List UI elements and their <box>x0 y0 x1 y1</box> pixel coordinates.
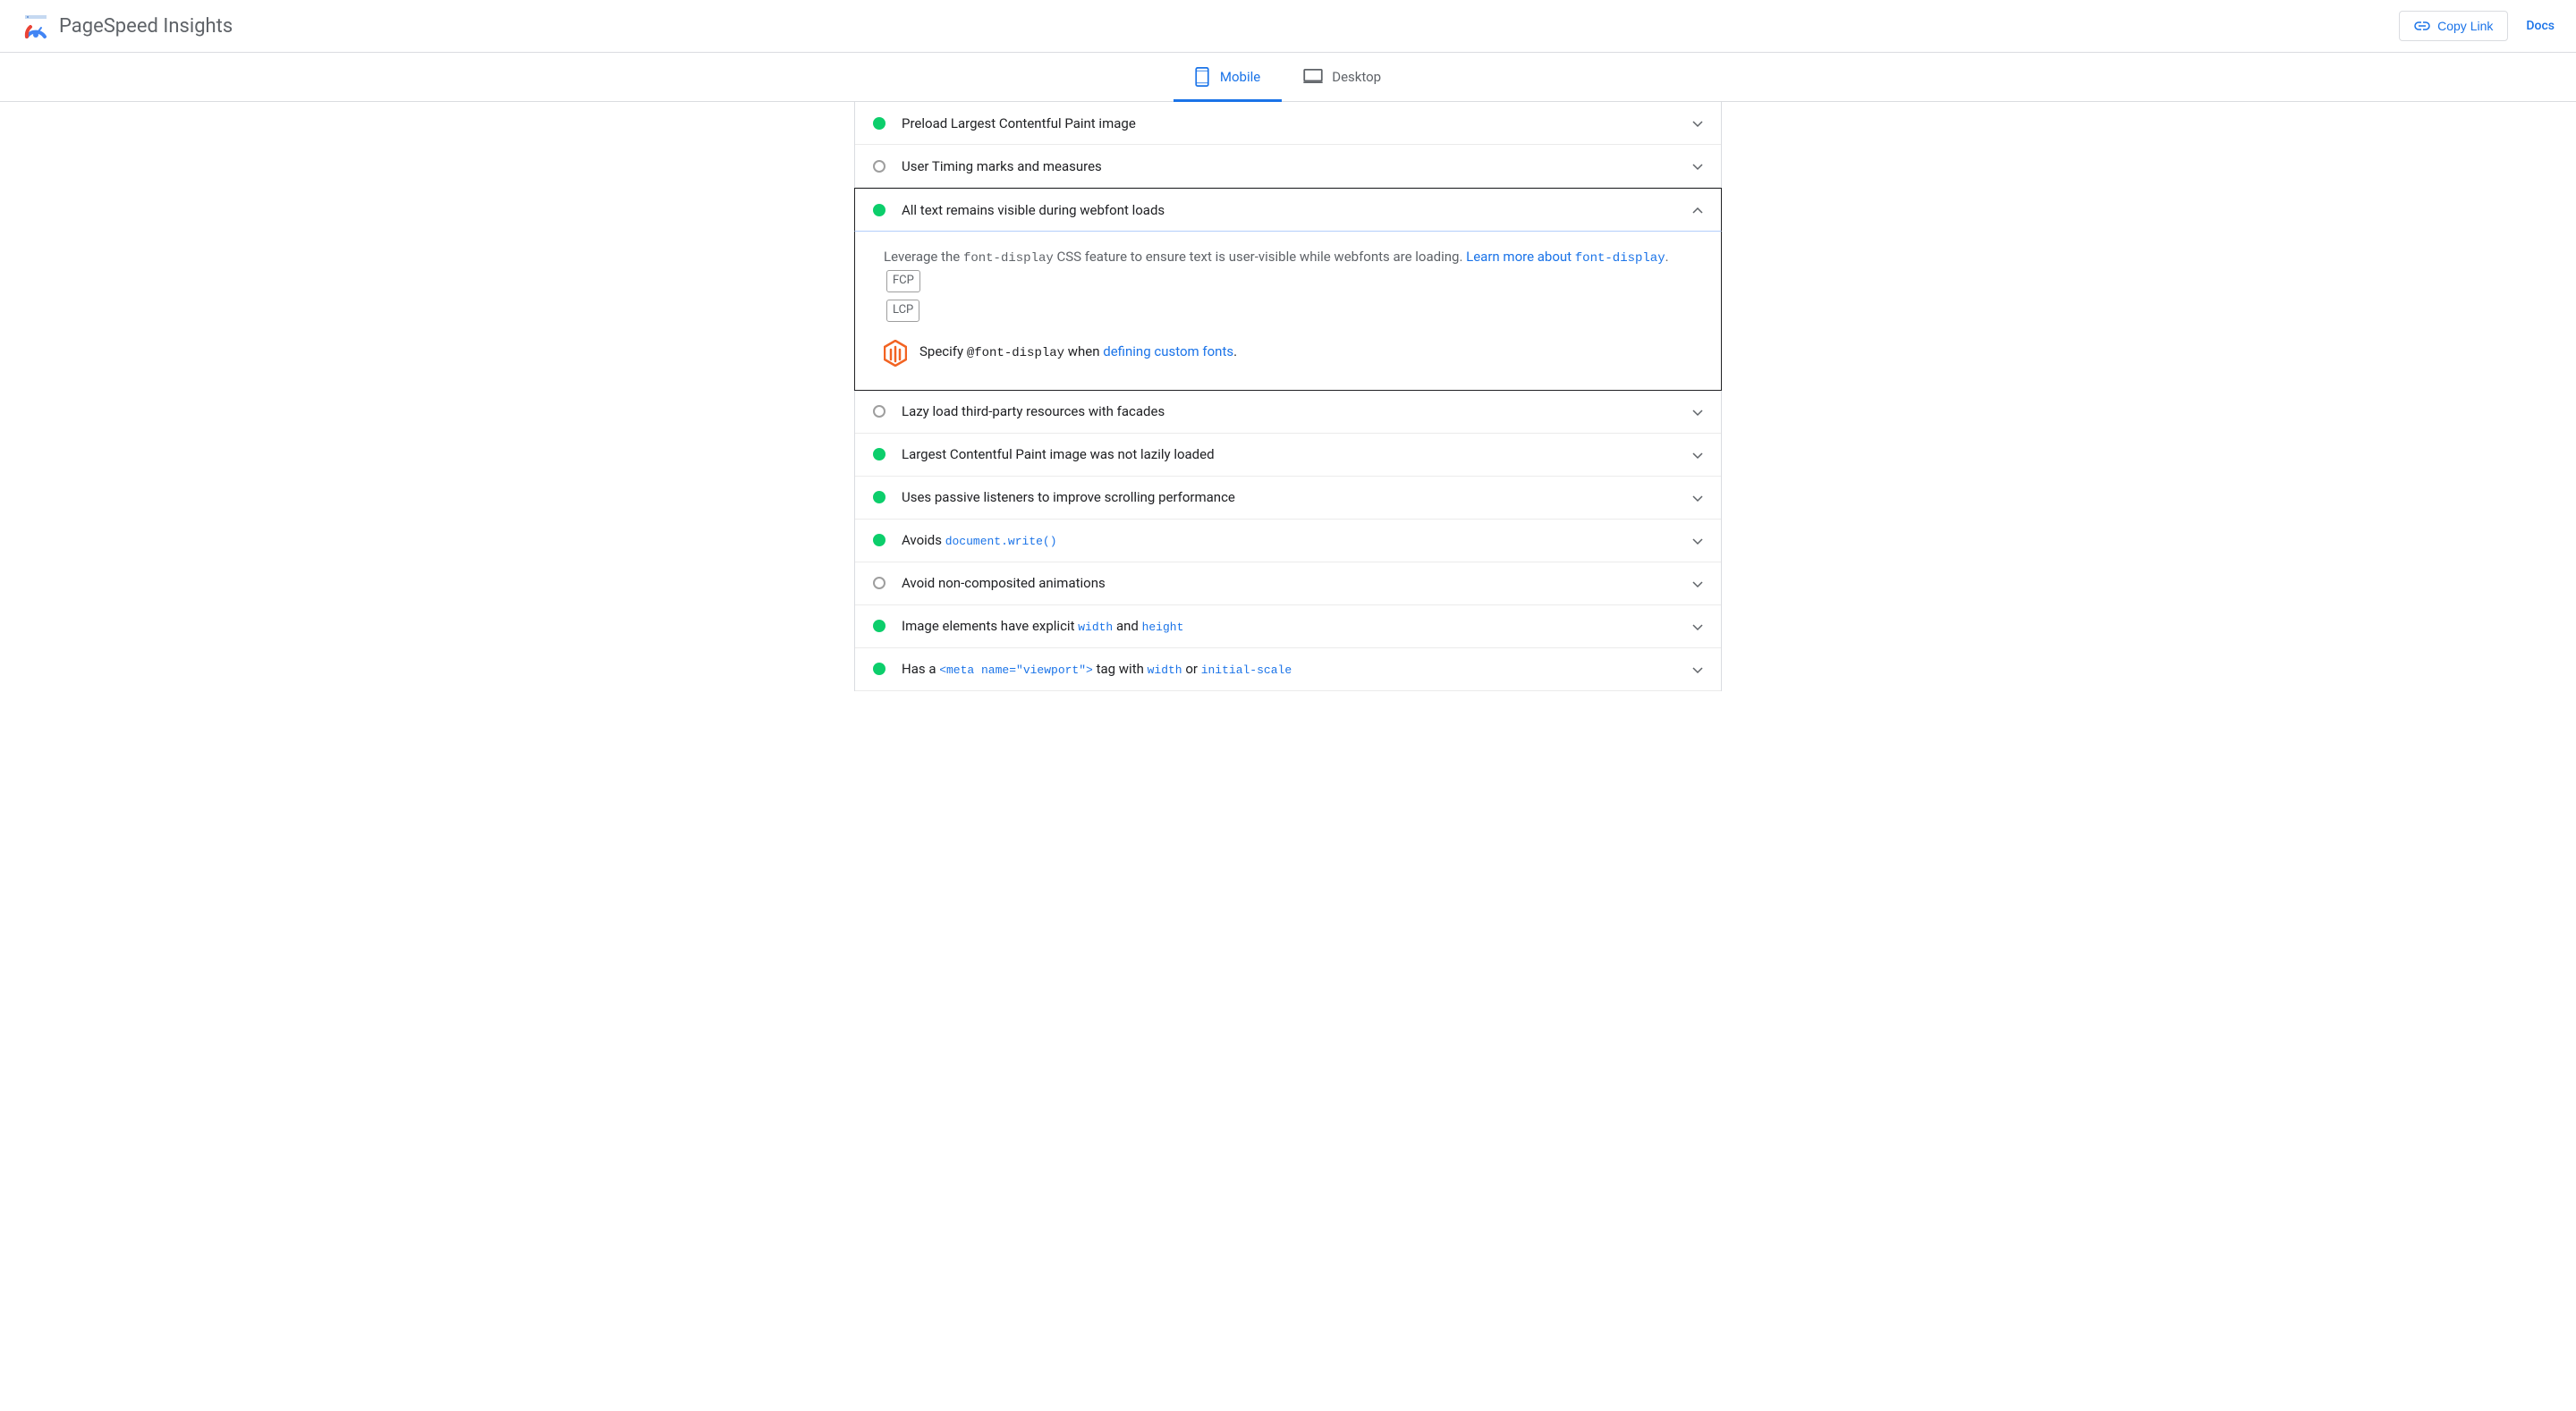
chevron-down-icon <box>1692 489 1703 506</box>
header: PageSpeed Insights Copy Link Docs <box>0 0 2576 53</box>
copy-link-button[interactable]: Copy Link <box>2399 11 2508 41</box>
learn-more-link[interactable]: Learn more about font-display <box>1466 249 1665 265</box>
magento-icon <box>884 340 907 365</box>
chevron-down-icon <box>1692 114 1703 131</box>
audit-title: Lazy load third-party resources with fac… <box>902 403 1692 419</box>
tab-desktop-label: Desktop <box>1332 69 1381 85</box>
status-pass-icon <box>873 534 886 546</box>
audit-title: Has a <meta name="viewport"> tag with wi… <box>902 661 1692 677</box>
audit-title: Avoid non-composited animations <box>902 575 1692 591</box>
stack-pack-row: Specify @font-display when defining cust… <box>884 340 1692 365</box>
status-pass-icon <box>873 204 886 216</box>
tab-desktop[interactable]: Desktop <box>1282 53 1402 101</box>
docs-link[interactable]: Docs <box>2526 19 2555 33</box>
status-pass-icon <box>873 663 886 675</box>
tab-mobile-label: Mobile <box>1220 69 1260 85</box>
chevron-down-icon <box>1692 157 1703 174</box>
status-pass-icon <box>873 491 886 503</box>
stack-pack-text: Specify @font-display when defining cust… <box>919 343 1237 360</box>
metric-badge: LCP <box>886 300 919 322</box>
header-left: PageSpeed Insights <box>21 12 233 40</box>
chevron-down-icon <box>1692 618 1703 635</box>
audit-title: Image elements have explicit width and h… <box>902 618 1692 634</box>
audit-details: Leverage the font-display CSS feature to… <box>854 232 1722 391</box>
chevron-down-icon <box>1692 446 1703 463</box>
app-title: PageSpeed Insights <box>59 15 233 38</box>
tabs: Mobile Desktop <box>0 53 2576 102</box>
audit-description: Leverage the font-display CSS feature to… <box>884 246 1692 322</box>
metric-badge: FCP <box>886 270 920 292</box>
chevron-down-icon <box>1692 575 1703 592</box>
audit-row[interactable]: User Timing marks and measures <box>855 145 1721 188</box>
status-neutral-icon <box>873 577 886 589</box>
audit-title: Avoids document.write() <box>902 532 1692 548</box>
status-neutral-icon <box>873 405 886 418</box>
audit-row[interactable]: All text remains visible during webfont … <box>854 188 1722 232</box>
defining-fonts-link[interactable]: defining custom fonts <box>1103 343 1233 359</box>
content: Preload Largest Contentful Paint image Us… <box>854 102 1722 691</box>
pagespeed-logo-icon <box>21 12 50 40</box>
audit-row[interactable]: Uses passive listeners to improve scroll… <box>855 477 1721 520</box>
chevron-down-icon <box>1692 661 1703 678</box>
status-pass-icon <box>873 448 886 460</box>
header-right: Copy Link Docs <box>2399 11 2555 41</box>
chevron-down-icon <box>1692 532 1703 549</box>
audit-row[interactable]: Image elements have explicit width and h… <box>855 605 1721 648</box>
mobile-icon <box>1195 67 1211 87</box>
audit-row[interactable]: Largest Contentful Paint image was not l… <box>855 434 1721 477</box>
link-icon <box>2414 19 2430 33</box>
audit-row[interactable]: Lazy load third-party resources with fac… <box>855 391 1721 434</box>
status-pass-icon <box>873 117 886 130</box>
audit-title: Largest Contentful Paint image was not l… <box>902 446 1692 462</box>
audit-title: User Timing marks and measures <box>902 158 1692 174</box>
copy-link-label: Copy Link <box>2437 19 2493 33</box>
status-neutral-icon <box>873 160 886 173</box>
audit-title: Preload Largest Contentful Paint image <box>902 115 1692 131</box>
audit-row[interactable]: Preload Largest Contentful Paint image <box>855 102 1721 145</box>
desktop-icon <box>1303 69 1323 85</box>
audit-row[interactable]: Has a <meta name="viewport"> tag with wi… <box>855 648 1721 691</box>
chevron-down-icon <box>1692 403 1703 420</box>
audit-title: Uses passive listeners to improve scroll… <box>902 489 1692 505</box>
chevron-up-icon <box>1692 201 1703 218</box>
audit-row[interactable]: Avoids document.write() <box>855 520 1721 562</box>
status-pass-icon <box>873 620 886 632</box>
tab-mobile[interactable]: Mobile <box>1174 53 1282 101</box>
audit-title: All text remains visible during webfont … <box>902 202 1692 218</box>
audit-row[interactable]: Avoid non-composited animations <box>855 562 1721 605</box>
